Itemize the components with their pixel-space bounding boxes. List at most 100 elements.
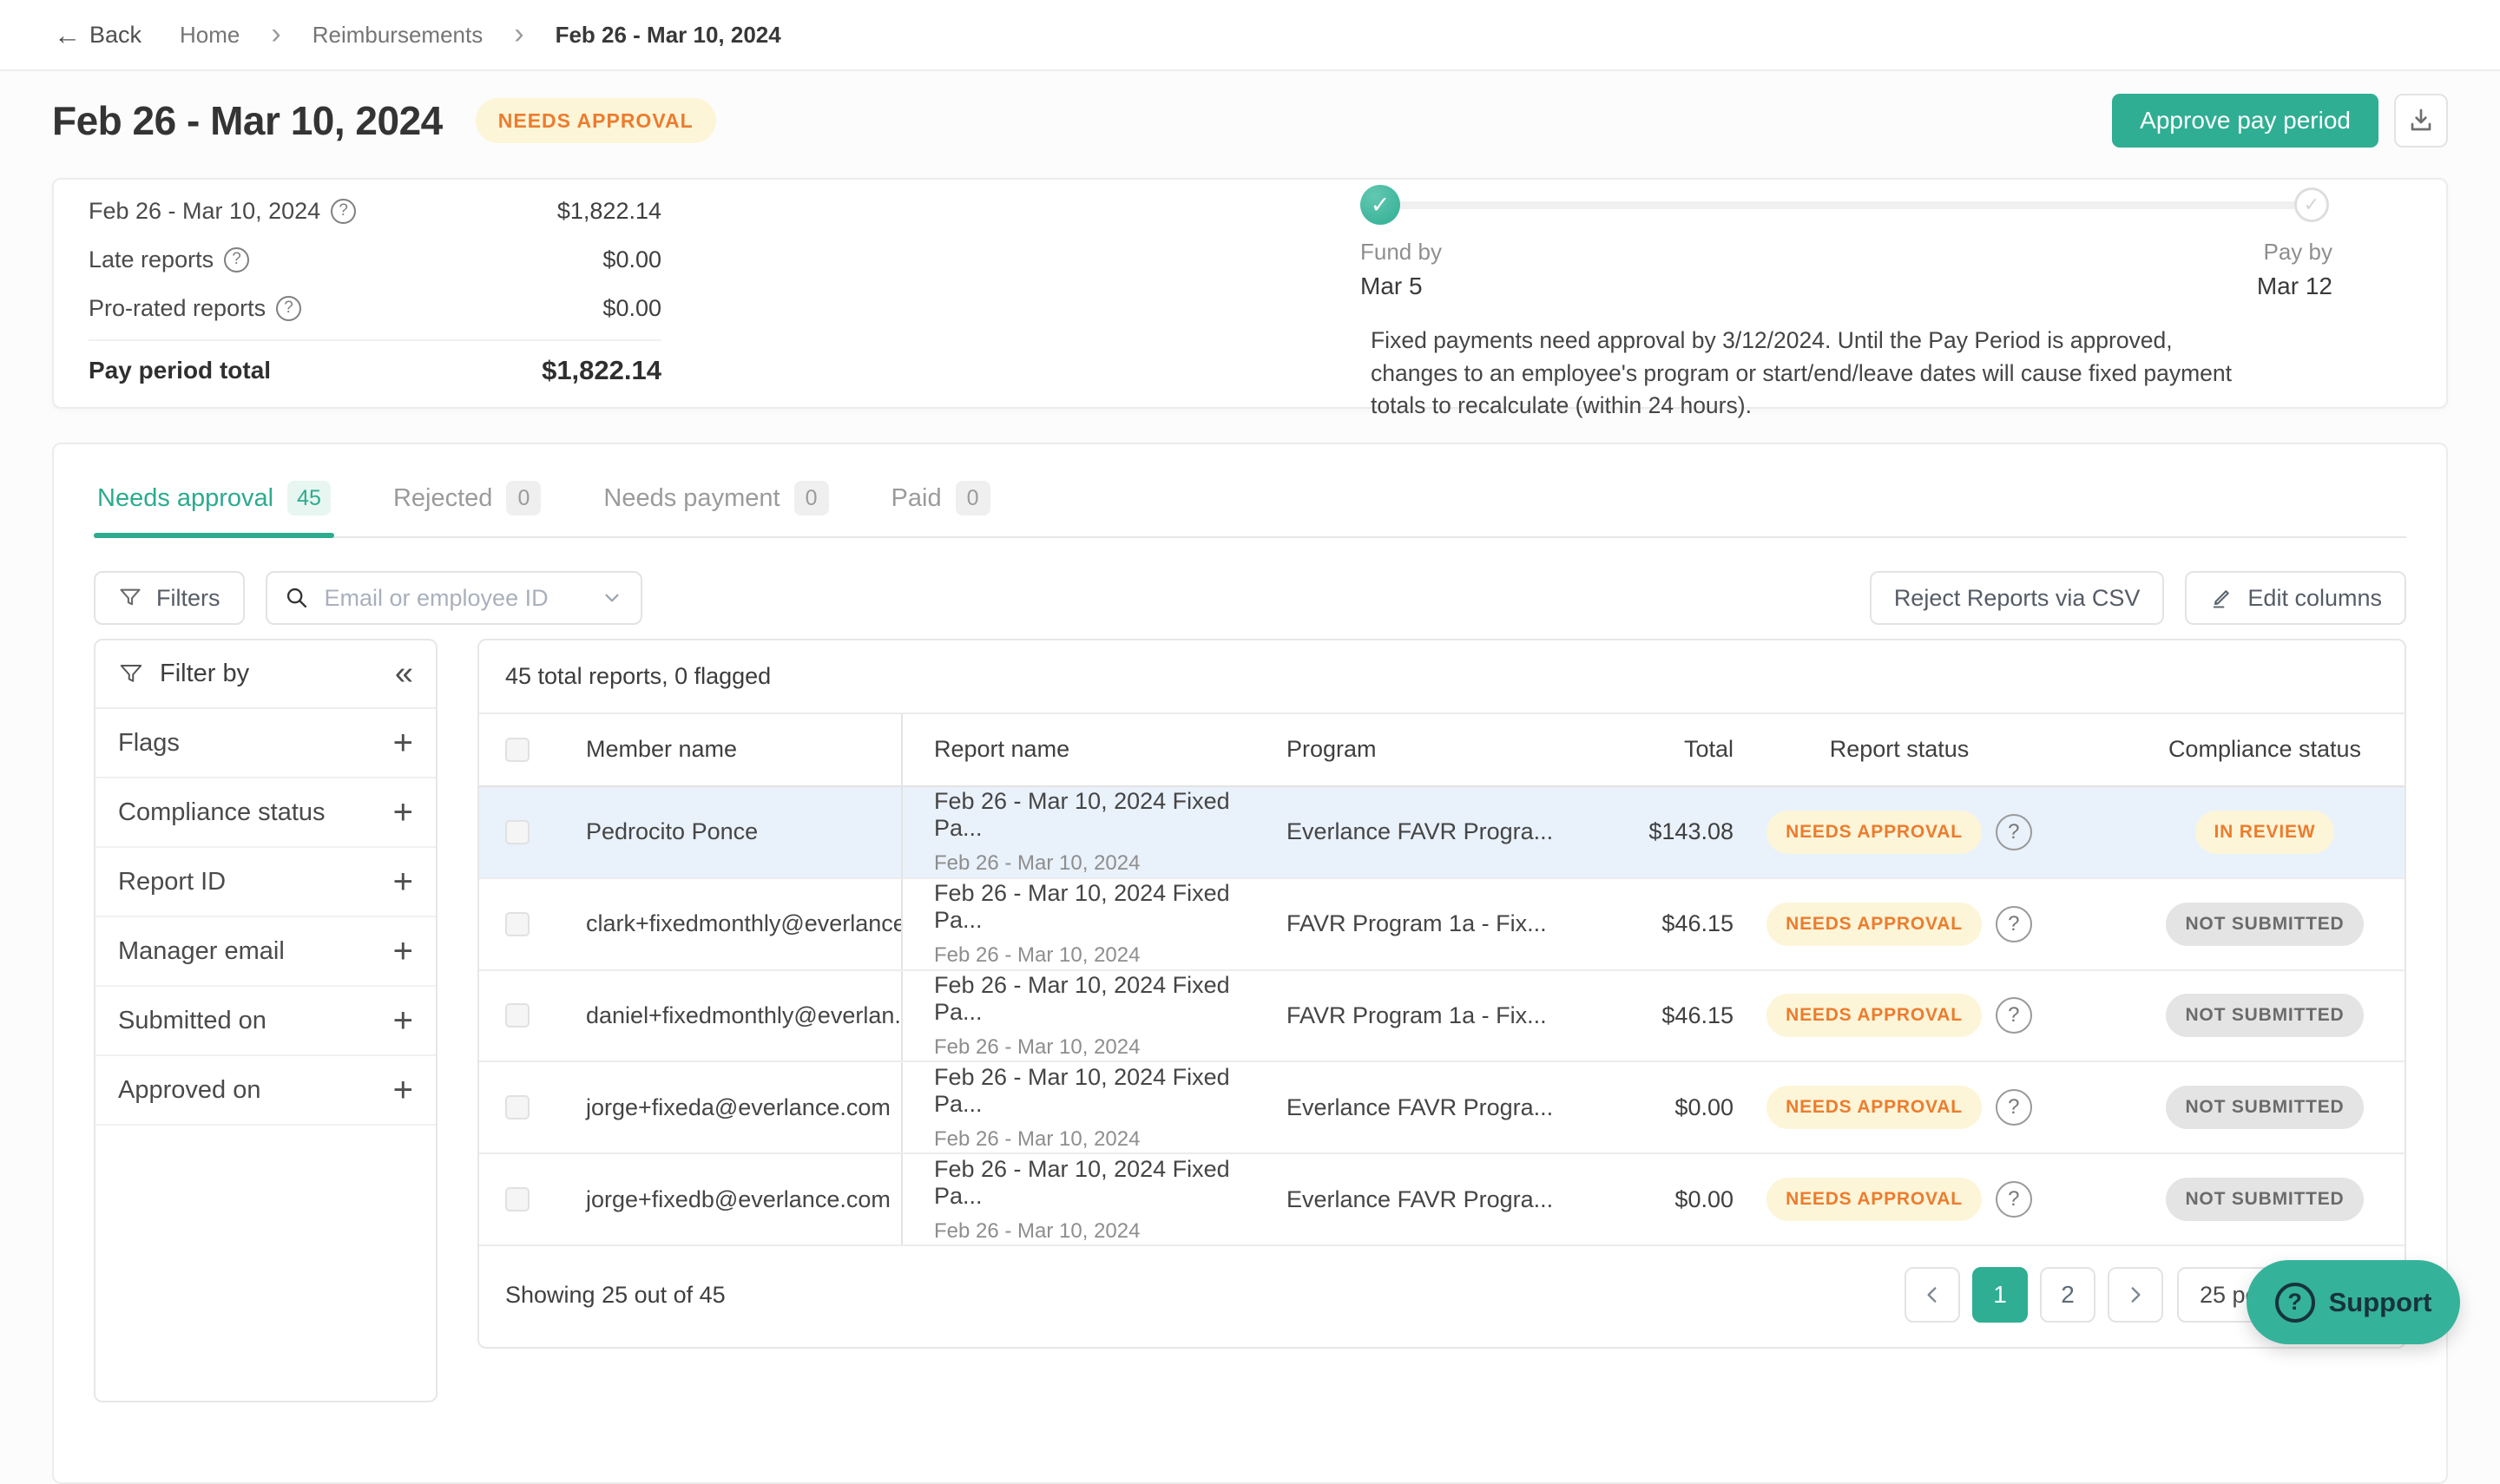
table-row[interactable]: clark+fixedmonthly@everlance... Feb 26 -… xyxy=(479,879,2405,971)
filters-button[interactable]: Filters xyxy=(94,571,245,625)
help-icon[interactable]: ? xyxy=(224,247,249,273)
fund-by-step: Fund by Mar 5 xyxy=(1360,239,1442,300)
help-icon[interactable]: ? xyxy=(276,296,301,321)
pencil-icon xyxy=(2209,586,2234,610)
report-name: Feb 26 - Mar 10, 2024 Fixed Pa... xyxy=(934,1064,1255,1118)
help-icon[interactable]: ? xyxy=(1996,814,2032,850)
report-total: $46.15 xyxy=(1634,1002,1764,1029)
tab-needs-payment[interactable]: Needs payment 0 xyxy=(600,481,832,536)
row-checkbox[interactable] xyxy=(505,1187,530,1211)
program-name: FAVR Program 1a - Fix... xyxy=(1255,1002,1634,1029)
edit-columns-button[interactable]: Edit columns xyxy=(2185,571,2406,625)
filter-item-approved-on[interactable]: Approved on + xyxy=(95,1056,436,1126)
help-icon[interactable]: ? xyxy=(1996,1181,2032,1218)
filter-item-label: Approved on xyxy=(118,1076,260,1105)
download-button[interactable] xyxy=(2394,94,2448,148)
reject-reports-csv-button[interactable]: Reject Reports via CSV xyxy=(1870,571,2165,625)
late-reports-value: $0.00 xyxy=(602,246,661,273)
collapse-panel-icon[interactable]: « xyxy=(395,660,413,686)
funnel-icon xyxy=(118,586,142,610)
filters-label: Filters xyxy=(156,585,220,612)
page-header: Feb 26 - Mar 10, 2024 NEEDS APPROVAL App… xyxy=(52,92,2448,149)
compliance-status-badge: IN REVIEW xyxy=(2195,811,2335,854)
member-name: jorge+fixedb@everlance.com xyxy=(556,1154,903,1244)
table-row[interactable]: jorge+fixeda@everlance.com Feb 26 - Mar … xyxy=(479,1062,2405,1154)
pagination: 1 2 xyxy=(1905,1267,2163,1323)
filter-item-label: Manager email xyxy=(118,937,285,966)
row-checkbox[interactable] xyxy=(505,1095,530,1120)
help-icon[interactable]: ? xyxy=(1996,906,2032,942)
row-checkbox[interactable] xyxy=(505,820,530,844)
pay-by-label: Pay by xyxy=(2257,239,2332,266)
late-reports-label: Late reports xyxy=(89,246,214,273)
back-link[interactable]: ← Back xyxy=(54,22,141,49)
support-label: Support xyxy=(2329,1287,2432,1318)
tab-label: Needs payment xyxy=(603,484,780,513)
chevron-right-icon: › xyxy=(514,23,523,46)
breadcrumb-bar: ← Back Home › Reimbursements › Feb 26 - … xyxy=(0,0,2500,71)
table-row[interactable]: daniel+fixedmonthly@everlan... Feb 26 - … xyxy=(479,971,2405,1063)
search-input[interactable] xyxy=(323,584,587,613)
filter-item-report-id[interactable]: Report ID + xyxy=(95,848,436,917)
report-name: Feb 26 - Mar 10, 2024 Fixed Pa... xyxy=(934,788,1255,842)
row-checkbox[interactable] xyxy=(505,912,530,936)
column-report-status: Report status xyxy=(1764,736,2035,763)
chevron-right-icon xyxy=(2124,1284,2147,1306)
table-row[interactable]: Pedrocito Ponce Feb 26 - Mar 10, 2024 Fi… xyxy=(479,787,2405,879)
fund-by-label: Fund by xyxy=(1360,239,1442,266)
support-button[interactable]: ? Support xyxy=(2247,1260,2460,1344)
select-all-checkbox[interactable] xyxy=(505,738,530,762)
filter-item-flags[interactable]: Flags + xyxy=(95,709,436,778)
showing-count: Showing 25 out of 45 xyxy=(505,1282,726,1309)
plus-icon: + xyxy=(393,863,413,902)
filter-item-compliance-status[interactable]: Compliance status + xyxy=(95,778,436,848)
tab-label: Rejected xyxy=(393,484,492,513)
chevron-down-icon[interactable] xyxy=(601,587,623,609)
search-combobox[interactable] xyxy=(266,571,642,625)
search-icon xyxy=(285,586,309,610)
tab-label: Paid xyxy=(891,484,942,513)
prev-page-button[interactable] xyxy=(1905,1267,1960,1323)
pay-by-date: Mar 12 xyxy=(2257,273,2332,300)
next-page-button[interactable] xyxy=(2108,1267,2163,1323)
member-name: jorge+fixeda@everlance.com xyxy=(556,1062,903,1152)
table-row[interactable]: jorge+fixedb@everlance.com Feb 26 - Mar … xyxy=(479,1154,2405,1246)
timeline-line xyxy=(1381,201,2310,209)
status-tabs: Needs approval 45 Rejected 0 Needs payme… xyxy=(94,481,2406,538)
plus-icon: + xyxy=(393,932,413,971)
tab-rejected[interactable]: Rejected 0 xyxy=(390,481,544,536)
help-icon[interactable]: ? xyxy=(1996,1089,2032,1126)
filter-panel-header: Filter by « xyxy=(95,640,436,709)
approve-pay-period-button[interactable]: Approve pay period xyxy=(2112,94,2378,148)
funding-timeline: ✓ ✓ Fund by Mar 5 Pay by Mar 12 Fixed pa… xyxy=(1360,180,2332,423)
filter-panel: Filter by « Flags + Compliance status + … xyxy=(94,639,438,1402)
chevron-right-icon: › xyxy=(271,23,280,46)
total-label: Pay period total xyxy=(89,357,271,384)
summary-total-row: Pay period total $1,822.14 xyxy=(89,343,661,398)
page-title: Feb 26 - Mar 10, 2024 xyxy=(52,97,443,144)
divider xyxy=(89,339,661,341)
reports-card: Needs approval 45 Rejected 0 Needs payme… xyxy=(52,443,2448,1484)
help-icon[interactable]: ? xyxy=(331,199,356,224)
member-name: clark+fixedmonthly@everlance... xyxy=(556,879,903,969)
pay-step-check-icon: ✓ xyxy=(2294,187,2329,222)
tab-paid[interactable]: Paid 0 xyxy=(888,481,994,536)
filter-item-manager-email[interactable]: Manager email + xyxy=(95,917,436,987)
report-date: Feb 26 - Mar 10, 2024 xyxy=(934,1219,1255,1244)
filter-panel-title: Filter by xyxy=(160,660,249,688)
report-status-badge: NEEDS APPROVAL xyxy=(1766,903,1982,946)
edit-columns-label: Edit columns xyxy=(2247,585,2382,612)
breadcrumb-reimbursements[interactable]: Reimbursements xyxy=(312,22,484,49)
breadcrumb-home[interactable]: Home xyxy=(180,22,240,49)
page-2-button[interactable]: 2 xyxy=(2040,1267,2095,1323)
pay-by-step: Pay by Mar 12 xyxy=(2257,239,2332,300)
tab-needs-approval[interactable]: Needs approval 45 xyxy=(94,481,334,536)
row-checkbox[interactable] xyxy=(505,1003,530,1028)
report-status-badge: NEEDS APPROVAL xyxy=(1766,994,1982,1037)
tab-count-badge: 0 xyxy=(794,481,829,515)
filter-item-submitted-on[interactable]: Submitted on + xyxy=(95,987,436,1056)
report-name: Feb 26 - Mar 10, 2024 Fixed Pa... xyxy=(934,880,1255,934)
help-icon[interactable]: ? xyxy=(1996,997,2032,1034)
back-label: Back xyxy=(89,22,141,49)
page-1-button[interactable]: 1 xyxy=(1972,1267,2028,1323)
